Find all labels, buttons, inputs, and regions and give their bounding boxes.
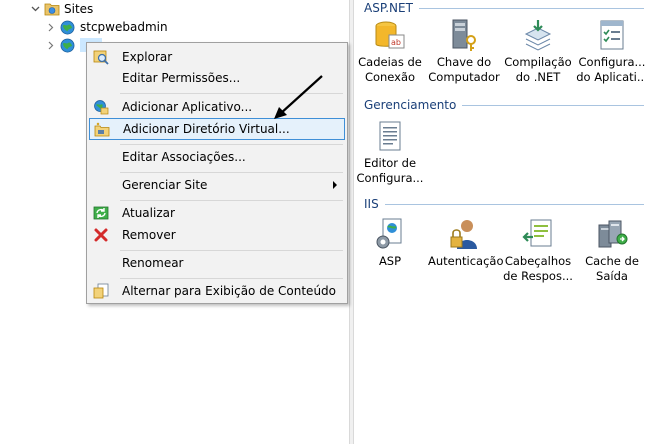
submenu-arrow-icon — [333, 181, 337, 189]
menu-item-rename[interactable]: Renomear — [89, 252, 345, 274]
net-compilation-icon — [524, 20, 552, 51]
menu-item-add-application[interactable]: Adicionar Aplicativo... — [89, 96, 345, 118]
globe-icon — [60, 38, 75, 52]
explore-icon — [93, 50, 109, 65]
feature-machine-key[interactable]: Chave do Computador — [428, 18, 500, 85]
features-view: ASP.NET ab Cadeias de Conexão Chave do C… — [354, 0, 645, 444]
menu-item-switch-to-content-view[interactable]: Alternar para Exibição de Conteúdo — [89, 280, 345, 302]
menu-separator — [120, 172, 343, 173]
menu-separator — [120, 250, 343, 251]
tree-node-label: stcpwebadmin — [80, 20, 168, 34]
group-header-aspnet[interactable]: ASP.NET — [364, 0, 644, 16]
menu-item-refresh[interactable]: Atualizar — [89, 202, 345, 224]
menu-separator — [120, 93, 343, 94]
menu-item-edit-permissions[interactable]: Editar Permissões... — [89, 67, 345, 89]
machine-key-icon — [452, 19, 476, 51]
add-application-icon — [94, 100, 109, 115]
globe-icon — [60, 20, 75, 34]
add-virtual-directory-icon — [94, 122, 110, 137]
tree-node-site[interactable]: stcpwebadmin — [46, 18, 168, 36]
sites-folder-icon — [44, 3, 60, 16]
connection-strings-icon: ab — [375, 21, 405, 49]
content-view-icon — [93, 283, 109, 299]
feature-asp[interactable]: ASP — [354, 217, 426, 269]
authentication-icon — [450, 220, 477, 249]
feature-output-cache[interactable]: Cache de Saída — [576, 217, 645, 284]
app-settings-icon — [600, 20, 624, 50]
feature-connection-strings[interactable]: ab Cadeias de Conexão — [354, 18, 426, 85]
asp-icon — [376, 218, 402, 249]
feature-configuration-editor[interactable]: Editor de Configura... — [354, 119, 426, 186]
group-header-management[interactable]: Gerenciamento — [364, 97, 644, 113]
feature-app-settings[interactable]: Configura... do Aplicati... — [576, 18, 645, 85]
feature-response-headers[interactable]: Cabeçalhos de Respos... — [502, 217, 574, 284]
menu-separator — [120, 144, 343, 145]
configuration-editor-icon — [379, 121, 401, 151]
menu-item-explore[interactable]: Explorar — [89, 46, 345, 68]
feature-net-compilation[interactable]: Compilação do .NET — [502, 18, 574, 85]
chevron-down-icon[interactable] — [30, 4, 40, 14]
group-header-iis[interactable]: IIS — [364, 196, 644, 212]
tree-node-sites-label: Sites — [64, 2, 94, 16]
remove-icon — [94, 228, 108, 242]
svg-text:ab: ab — [391, 38, 401, 47]
menu-item-edit-bindings[interactable]: Editar Associações... — [89, 146, 345, 168]
menu-item-manage-site[interactable]: Gerenciar Site — [89, 174, 345, 196]
menu-separator — [120, 278, 343, 279]
menu-separator — [120, 200, 343, 201]
chevron-right-icon[interactable] — [46, 22, 56, 32]
chevron-right-icon[interactable] — [46, 40, 56, 50]
menu-item-remove[interactable]: Remover — [89, 224, 345, 246]
response-headers-icon — [522, 219, 552, 247]
menu-item-add-virtual-directory[interactable]: Adicionar Diretório Virtual... — [89, 118, 345, 140]
refresh-icon — [93, 206, 109, 220]
tree-node-sites[interactable]: Sites — [30, 0, 93, 18]
context-menu: Explorar Editar Permissões... Adicionar … — [86, 42, 348, 304]
output-cache-icon — [598, 220, 628, 248]
feature-authentication[interactable]: Autenticação — [428, 217, 504, 269]
